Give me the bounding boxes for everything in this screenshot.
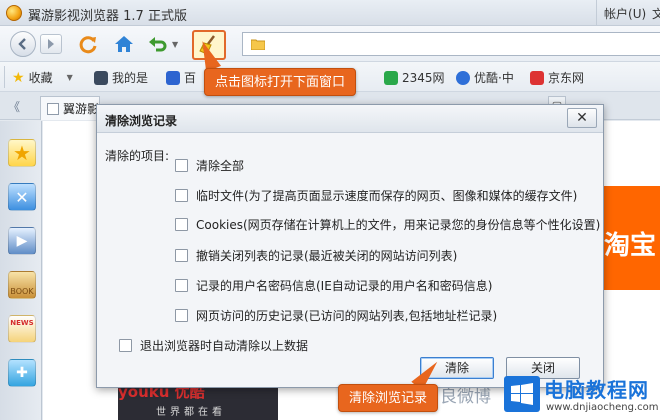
title-bar: 翼游影视浏览器 1.7 正式版 帐户(U) 文	[0, 0, 660, 26]
fav-item-2345[interactable]: 2345网	[384, 69, 445, 86]
sidebar-game-button[interactable]: ✚	[8, 359, 36, 387]
dialog-close-button[interactable]: ✕	[567, 108, 597, 128]
window-title: 翼游影视浏览器 1.7 正式版	[28, 9, 187, 24]
fav-item-jd[interactable]: 京东网	[530, 69, 584, 86]
account-menu-hotkey: (U)	[628, 7, 647, 21]
option-auto-clear-on-exit[interactable]: 退出浏览器时自动清除以上数据	[119, 337, 308, 354]
sidebar: ★ ✕ ▶ BOOK NEWS ✚	[0, 121, 42, 420]
option-passwords[interactable]: 记录的用户名密码信息(IE自动记录的用户名和密码信息)	[175, 277, 493, 294]
checkbox[interactable]	[175, 189, 188, 202]
items-label: 清除的项目:	[105, 149, 170, 163]
youku-slogan: 世界都在看	[156, 407, 226, 418]
2345-icon	[384, 70, 398, 85]
clear-history-dialog: 清除浏览记录 ✕ 清除的项目: 清除全部 临时文件(为了提高页面显示速度而保存的…	[96, 104, 604, 388]
checkbox[interactable]	[175, 279, 188, 292]
option-history[interactable]: 网页访问的历史记录(已访问的网站列表,包括地址栏记录)	[175, 307, 497, 324]
callout-open-window: 点击图标打开下面窗口	[204, 68, 357, 96]
option-label: 网页访问的历史记录(已访问的网站列表,包括地址栏记录)	[196, 309, 498, 323]
undo-dropdown-icon[interactable]: ▼	[172, 40, 178, 49]
app-logo-icon	[6, 5, 22, 21]
game-icon: ✚	[16, 365, 28, 381]
windows-logo-icon	[504, 376, 540, 412]
tab-active[interactable]: 翼游影	[40, 96, 100, 120]
favbar-divider	[4, 66, 5, 88]
forward-button[interactable]	[40, 34, 62, 54]
sidebar-tools-button[interactable]: ✕	[8, 183, 36, 211]
account-menu[interactable]: 帐户(U)	[604, 5, 646, 22]
home-button[interactable]	[112, 32, 136, 56]
star-icon: ★	[12, 69, 25, 86]
fav-item-label: 我的是	[112, 71, 149, 85]
file-menu-partial[interactable]: 文	[652, 5, 660, 22]
checkbox[interactable]	[175, 249, 188, 262]
undo-button[interactable]	[146, 32, 170, 56]
option-label: 清除全部	[196, 159, 245, 173]
play-icon	[456, 70, 470, 85]
checkbox[interactable]	[175, 218, 188, 231]
checkbox[interactable]	[175, 159, 188, 172]
jd-icon	[530, 70, 544, 85]
chevron-down-icon: ▼	[66, 73, 73, 82]
checkbox[interactable]	[175, 309, 188, 322]
star-icon: ★	[13, 141, 31, 165]
toolbar: ▼	[0, 26, 660, 62]
fav-item-label: 京东网	[548, 71, 585, 85]
book-icon: BOOK	[10, 286, 34, 296]
tab-scroll-left-icon[interactable]: 《	[8, 98, 20, 115]
back-arrow-icon	[18, 38, 26, 50]
fav-item-label: 2345网	[402, 71, 445, 85]
checkbox[interactable]	[119, 339, 132, 352]
tab-label: 翼游影	[63, 102, 100, 116]
fav-item-youku[interactable]: 优酷·中	[456, 69, 514, 86]
option-cookies[interactable]: Cookies(网页存储在计算机上的文件，用来记录您的身份信息等个性化设置)	[175, 216, 600, 233]
sidebar-book-button[interactable]: BOOK	[8, 271, 36, 299]
refresh-icon	[79, 36, 97, 54]
favorites-menu[interactable]: ★ 收藏 ▼	[12, 69, 73, 86]
sidebar-news-button[interactable]: NEWS	[8, 315, 36, 343]
option-label: 退出浏览器时自动清除以上数据	[140, 339, 309, 353]
option-label: 临时文件(为了提高页面显示速度而保存的网页、图像和媒体的缓存文件)	[196, 189, 578, 203]
tools-icon: ✕	[15, 187, 29, 207]
sidebar-video-button[interactable]: ▶	[8, 227, 36, 255]
option-label: 撤销关闭列表的记录(最近被关闭的网站访问列表)	[196, 249, 458, 263]
refresh-button[interactable]	[76, 32, 100, 56]
folder-icon	[251, 39, 265, 50]
sidebar-favorites-button[interactable]: ★	[8, 139, 36, 167]
watermark-title: 电脑教程网	[544, 378, 649, 402]
dialog-title: 清除浏览记录	[105, 114, 178, 128]
fav-item-label: 优酷·中	[474, 71, 514, 85]
option-temp-files[interactable]: 临时文件(为了提高页面显示速度而保存的网页、图像和媒体的缓存文件)	[175, 187, 577, 204]
news-icon: NEWS	[10, 319, 34, 327]
bookmark-icon	[94, 70, 108, 85]
fav-item-label: 百	[184, 71, 197, 85]
home-icon	[115, 36, 133, 52]
taobao-banner-text: 淘宝	[604, 231, 657, 261]
close-icon: ✕	[576, 110, 588, 126]
forward-arrow-icon	[48, 39, 54, 49]
option-closed-tabs[interactable]: 撤销关闭列表的记录(最近被关闭的网站访问列表)	[175, 247, 457, 264]
option-clear-all[interactable]: 清除全部	[175, 157, 244, 174]
watermark: 电脑教程网 www.dnjiaocheng.com	[504, 372, 660, 420]
dialog-header: 清除浏览记录 ✕	[97, 105, 603, 133]
fav-item-mine[interactable]: 我的是	[94, 69, 148, 86]
callout-clear-history: 清除浏览记录	[338, 384, 439, 412]
page-icon	[47, 102, 59, 115]
option-label: Cookies(网页存储在计算机上的文件，用来记录您的身份信息等个性化设置)	[196, 218, 601, 232]
title-separator	[596, 0, 597, 26]
favorites-label: 收藏	[28, 71, 53, 85]
account-menu-label: 帐户	[604, 7, 629, 21]
option-label: 记录的用户名密码信息(IE自动记录的用户名和密码信息)	[196, 279, 493, 293]
back-button[interactable]	[10, 31, 36, 57]
address-bar[interactable]	[242, 32, 660, 56]
fav-item-baidu[interactable]: 百	[166, 69, 196, 86]
paw-icon	[166, 70, 180, 85]
undo-icon	[149, 37, 167, 52]
film-icon: ▶	[16, 233, 28, 249]
watermark-url: www.dnjiaocheng.com	[546, 402, 659, 413]
